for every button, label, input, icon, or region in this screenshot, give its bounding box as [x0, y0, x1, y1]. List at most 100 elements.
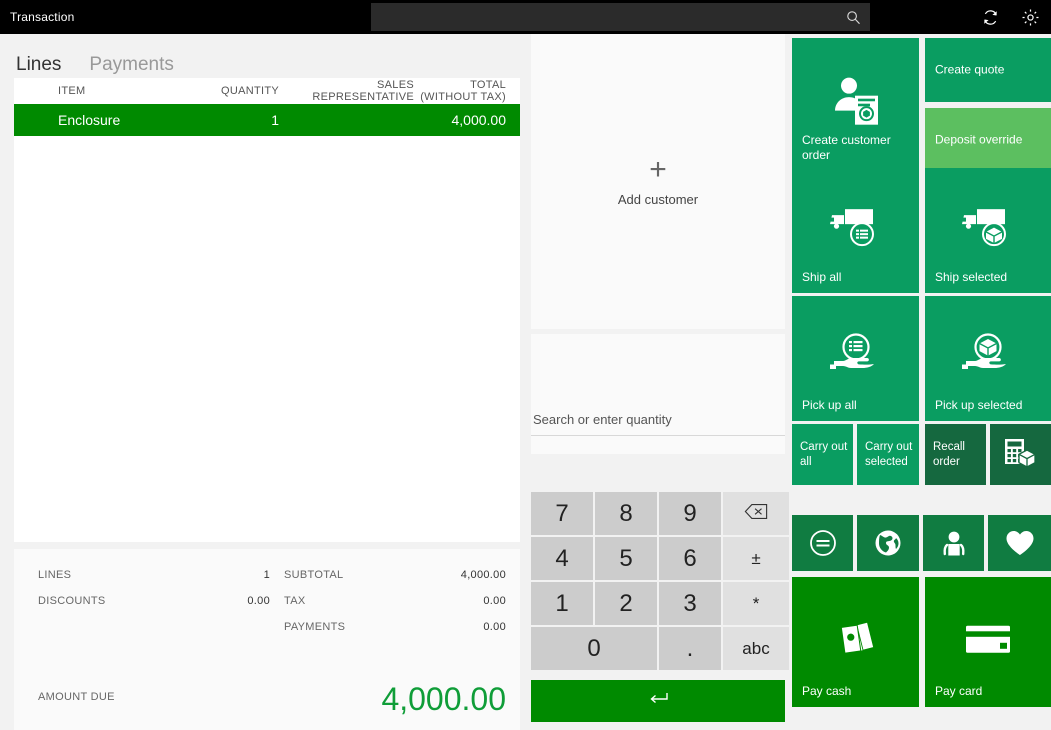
add-customer-button[interactable]: + Add customer: [531, 34, 785, 329]
tile-globe[interactable]: [857, 515, 919, 571]
tile-price-check[interactable]: [792, 515, 853, 571]
tile-ship-all[interactable]: Ship all: [792, 168, 919, 293]
column-header-sales-representative: SALES REPRESENTATIVE: [312, 79, 414, 103]
tab-payments-label: Payments: [89, 54, 174, 75]
numpad-key-0[interactable]: 0: [531, 627, 657, 670]
lines-grid: ITEM QUANTITY SALES REPRESENTATIVE TOTAL…: [14, 78, 520, 542]
calculator-box-icon: [990, 437, 1051, 473]
hand-list-icon: [792, 330, 919, 380]
action-tiles-panel: Create customer order Create quote Depos…: [788, 34, 1051, 711]
equals-circle-icon: [792, 527, 853, 559]
tile-recall-order-label: Recall order: [933, 440, 965, 468]
tile-ship-selected[interactable]: Ship selected: [925, 168, 1051, 293]
numpad-key-4[interactable]: 4: [531, 537, 593, 580]
person-icon: [923, 527, 984, 559]
tab-bar: Lines Payments: [0, 34, 530, 78]
numpad-key-2[interactable]: 2: [595, 582, 657, 625]
search-input[interactable]: [371, 3, 836, 31]
totals-lines: LINES 1: [38, 569, 270, 581]
tile-deposit-override[interactable]: Deposit override: [925, 108, 1051, 171]
cell-item: Enclosure: [58, 112, 121, 128]
column-header-item: ITEM: [58, 85, 86, 97]
top-bar: Transaction: [0, 0, 1051, 34]
totals-payments: PAYMENTS 0.00: [284, 621, 506, 633]
totals-subtotal-value: 4,000.00: [460, 569, 506, 581]
totals-subtotal: SUBTOTAL 4,000.00: [284, 569, 506, 581]
tile-inventory-lookup[interactable]: [990, 424, 1051, 485]
tile-pick-up-all-label: Pick up all: [802, 398, 857, 412]
tile-pick-up-selected[interactable]: Pick up selected: [925, 296, 1051, 421]
tile-recall-order[interactable]: Recall order: [925, 424, 986, 485]
tile-create-quote-label: Create quote: [935, 62, 1005, 77]
tile-carry-out-selected[interactable]: Carry out selected: [857, 424, 919, 485]
heart-icon: [988, 528, 1051, 558]
table-row[interactable]: Enclosure 1 4,000.00: [14, 104, 520, 136]
search-or-quantity-input[interactable]: [531, 404, 785, 434]
tile-pay-card-label: Pay card: [935, 684, 983, 698]
tile-create-quote[interactable]: Create quote: [925, 38, 1051, 102]
totals-lines-value: 1: [263, 569, 270, 581]
tab-lines[interactable]: Lines: [16, 54, 61, 78]
amount-due-label: AMOUNT DUE: [38, 691, 115, 703]
card-icon: [925, 619, 1051, 659]
customer-order-icon: [792, 73, 919, 127]
column-header-total: TOTAL (WITHOUT TAX): [420, 79, 506, 103]
cell-total: 4,000.00: [451, 112, 507, 128]
totals-payments-value: 0.00: [483, 621, 506, 633]
customer-and-numpad-panel: + Add customer 7 8 9 4 5 6 ± 1 2 3 * 0 .…: [530, 34, 789, 722]
numpad-key-9[interactable]: 9: [659, 492, 721, 535]
numpad-abc-button[interactable]: abc: [723, 627, 789, 670]
hand-box-icon: [925, 330, 1051, 380]
tile-ship-selected-label: Ship selected: [935, 270, 1008, 284]
tile-carry-out-selected-label: Carry out selected: [865, 440, 913, 468]
tile-pick-up-all[interactable]: Pick up all: [792, 296, 919, 421]
amount-due-value: 4,000.00: [381, 681, 506, 717]
totals-discounts-label: DISCOUNTS: [38, 595, 106, 607]
numpad-decimal-button[interactable]: .: [659, 627, 721, 670]
tile-pick-up-selected-label: Pick up selected: [935, 398, 1023, 412]
backspace-icon: [744, 503, 768, 525]
input-underline: [531, 435, 785, 436]
cell-quantity: 1: [271, 112, 279, 128]
plus-icon: +: [649, 153, 667, 186]
totals-lines-label: LINES: [38, 569, 72, 581]
column-header-quantity: QUANTITY: [220, 85, 279, 97]
numpad-enter-button[interactable]: [531, 680, 785, 722]
tile-pay-card[interactable]: Pay card: [925, 577, 1051, 707]
transaction-lines-panel: Lines Payments ITEM QUANTITY SALES REPRE…: [0, 34, 530, 730]
search-icon[interactable]: [836, 3, 870, 31]
numpad-asterisk-button[interactable]: *: [723, 582, 789, 625]
totals-panel: LINES 1 DISCOUNTS 0.00 SUBTOTAL 4,000.00…: [14, 549, 520, 730]
tab-lines-label: Lines: [16, 54, 62, 75]
tile-pay-cash-label: Pay cash: [802, 684, 852, 698]
add-customer-label: Add customer: [617, 192, 699, 207]
totals-tax: TAX 0.00: [284, 595, 506, 607]
gear-icon[interactable]: [1017, 4, 1043, 30]
totals-tax-label: TAX: [284, 595, 306, 607]
tile-pay-cash[interactable]: Pay cash: [792, 577, 919, 707]
numpad-key-7[interactable]: 7: [531, 492, 593, 535]
tile-carry-out-all[interactable]: Carry out all: [792, 424, 853, 485]
globe-icon: [857, 527, 919, 559]
totals-payments-label: PAYMENTS: [284, 621, 346, 633]
numpad-key-8[interactable]: 8: [595, 492, 657, 535]
numpad-backspace-button[interactable]: [723, 492, 789, 535]
numpad-key-1[interactable]: 1: [531, 582, 593, 625]
page-title: Transaction: [10, 10, 75, 24]
totals-tax-value: 0.00: [483, 595, 506, 607]
tile-create-customer-order[interactable]: Create customer order: [792, 38, 919, 171]
numpad-key-3[interactable]: 3: [659, 582, 721, 625]
tile-loyalty[interactable]: [988, 515, 1051, 571]
cash-icon: [792, 616, 919, 660]
numpad-key-5[interactable]: 5: [595, 537, 657, 580]
numpad-key-6[interactable]: 6: [659, 537, 721, 580]
totals-discounts: DISCOUNTS 0.00: [38, 595, 270, 607]
numpad-plus-minus-button[interactable]: ±: [723, 537, 789, 580]
tile-carry-out-all-label: Carry out all: [800, 440, 848, 468]
lines-grid-header: ITEM QUANTITY SALES REPRESENTATIVE TOTAL…: [14, 78, 520, 104]
tab-payments[interactable]: Payments: [89, 54, 173, 78]
tile-customer[interactable]: [923, 515, 984, 571]
global-search[interactable]: [371, 3, 870, 31]
truck-list-icon: [792, 203, 919, 251]
refresh-icon[interactable]: [977, 4, 1003, 30]
